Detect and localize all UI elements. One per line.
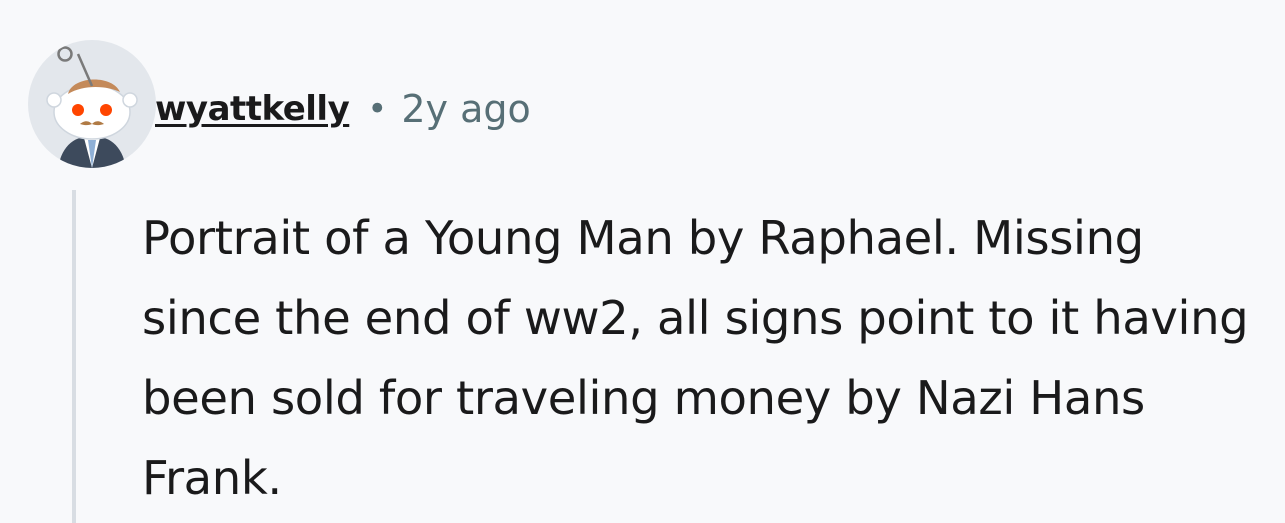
reddit-snoo-avatar-icon bbox=[46, 46, 138, 168]
timestamp[interactable]: 2y ago bbox=[401, 87, 530, 131]
comment-meta: wyattkelly • 2y ago bbox=[155, 82, 531, 136]
separator-dot: • bbox=[367, 89, 388, 129]
user-avatar-icon[interactable] bbox=[28, 40, 156, 168]
thread-line[interactable] bbox=[72, 190, 76, 523]
username-link[interactable]: wyattkelly bbox=[155, 89, 350, 129]
comment: wyattkelly • 2y ago Portrait of a Young … bbox=[0, 0, 1285, 523]
comment-body: Portrait of a Young Man by Raphael. Miss… bbox=[142, 211, 1249, 505]
